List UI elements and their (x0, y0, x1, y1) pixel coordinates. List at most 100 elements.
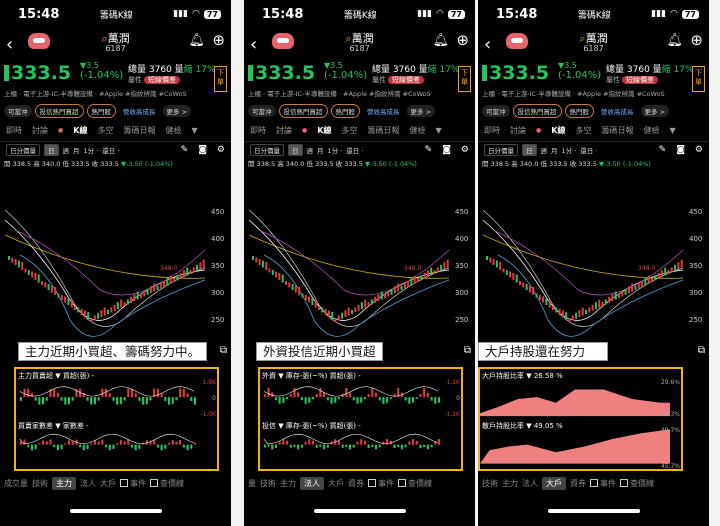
order-button[interactable]: 下單 (692, 66, 705, 92)
checkbox-icon[interactable] (398, 478, 406, 487)
rights-button[interactable]: 還日 · (580, 145, 597, 155)
gear-icon[interactable]: ⚙ (695, 145, 703, 155)
expand-icon[interactable]: ⧉ (698, 345, 705, 356)
check-1[interactable]: 查價線 (398, 478, 432, 489)
candlestick-chart[interactable]: 450 400 350 300 250 348.0 (0, 190, 231, 366)
tab-3[interactable]: 多空 (575, 125, 591, 136)
indicator-tab-0[interactable]: 成交量 (4, 478, 28, 489)
gear-icon[interactable]: ⚙ (217, 145, 225, 155)
indicator-tab-2[interactable]: 法人 (522, 478, 538, 489)
check-0[interactable]: 事件 (368, 478, 394, 489)
indicator-tab-5[interactable]: 資券 (348, 478, 364, 489)
indicator-tab-3[interactable]: 法人 (300, 476, 324, 490)
minute-button[interactable]: 1分 · (84, 145, 99, 155)
candlestick-chart[interactable]: 450 400 350 300 250 348.0 (244, 190, 475, 366)
tag-0[interactable]: 可當沖 (482, 105, 510, 117)
month-button[interactable]: 月 (317, 145, 324, 155)
check-1[interactable]: 查價線 (150, 478, 184, 489)
gear-icon[interactable]: ⚙ (461, 145, 469, 155)
tab-3[interactable]: 多空 (341, 125, 357, 136)
tag-3[interactable]: 營收高成長 (119, 105, 160, 117)
attr-badge[interactable]: 短線價差 (622, 76, 658, 84)
checkbox-icon[interactable] (590, 478, 598, 487)
period-button[interactable]: 日分價量 (484, 144, 518, 156)
day-button[interactable]: 日 (44, 144, 59, 156)
checkbox-icon[interactable] (120, 478, 128, 487)
week-button[interactable]: 週 (307, 145, 314, 155)
attr-badge[interactable]: 短線價差 (388, 76, 424, 84)
attr-badge[interactable]: 短線價差 (144, 76, 180, 84)
week-button[interactable]: 週 (63, 145, 70, 155)
tag-1[interactable]: 投信熱門買超 (512, 104, 562, 118)
indicator-panel[interactable]: 主力買賣超 ▼ 買超(張) - 買賣家數差 ▼ 家數差 -1.8K 0 -1.0K (14, 367, 219, 471)
checkbox-icon[interactable] (620, 478, 628, 487)
bell-icon[interactable]: 🔔︎ (188, 33, 205, 48)
tab-0[interactable]: 即時 (6, 125, 22, 136)
checkbox-icon[interactable] (150, 478, 158, 487)
checkbox-icon[interactable] (368, 478, 376, 487)
tab-6[interactable]: ▼ (669, 126, 675, 135)
draw-icon[interactable]: ✎ (181, 145, 189, 155)
indicator-tab-4[interactable]: 大戶 (100, 478, 116, 489)
tab-4[interactable]: 籌碼日報 (367, 125, 399, 136)
tab-2[interactable]: K線 (317, 125, 331, 136)
tab-1[interactable]: 討論 (510, 125, 526, 136)
indicator-tab-4[interactable]: 資券 (570, 478, 586, 489)
tag-4[interactable]: 更多 > (162, 105, 192, 117)
indicator-tab-0[interactable]: 量 (248, 478, 256, 489)
tab-4[interactable]: 籌碼日報 (123, 125, 155, 136)
expand-icon[interactable]: ⧉ (464, 345, 471, 356)
tag-4[interactable]: 更多 > (406, 105, 436, 117)
check-0[interactable]: 事件 (120, 478, 146, 489)
add-icon[interactable]: ⊕ (212, 31, 225, 49)
tab-0[interactable]: 即時 (484, 125, 500, 136)
tab-5[interactable]: 健檢 (165, 125, 181, 136)
draw-icon[interactable]: ✎ (425, 145, 433, 155)
camera-icon[interactable]: ◙ (442, 145, 451, 155)
check-0[interactable]: 事件 (590, 478, 616, 489)
tab-1[interactable]: 討論 (276, 125, 292, 136)
indicator-panel[interactable]: 外資 ▼ 庫存-張(~%) 買超(張) - 投信 ▼ 庫存-張(~%) 買超(張)… (258, 367, 463, 471)
tab-1[interactable]: 討論 (32, 125, 48, 136)
indicator-tab-2[interactable]: 主力 (280, 478, 296, 489)
indicator-tab-3[interactable]: 大戶 (542, 476, 566, 490)
camera-icon[interactable]: ◙ (676, 145, 685, 155)
tag-3[interactable]: 營收高成長 (363, 105, 404, 117)
add-icon[interactable]: ⊕ (456, 31, 469, 49)
draw-icon[interactable]: ✎ (659, 145, 667, 155)
home-indicator[interactable] (70, 509, 162, 513)
tag-2[interactable]: 熱門股 (86, 104, 116, 118)
period-button[interactable]: 日分價量 (6, 144, 40, 156)
indicator-tab-1[interactable]: 技術 (260, 478, 276, 489)
month-button[interactable]: 月 (551, 145, 558, 155)
tab-2[interactable]: K線 (551, 125, 565, 136)
tag-4[interactable]: 更多 > (640, 105, 670, 117)
tab-2[interactable]: K線 (73, 125, 87, 136)
day-button[interactable]: 日 (522, 144, 537, 156)
add-icon[interactable]: ⊕ (690, 31, 703, 49)
period-button[interactable]: 日分價量 (250, 144, 284, 156)
week-button[interactable]: 週 (541, 145, 548, 155)
indicator-tab-1[interactable]: 主力 (502, 478, 518, 489)
tag-0[interactable]: 可當沖 (248, 105, 276, 117)
tag-3[interactable]: 營收高成長 (597, 105, 638, 117)
tag-2[interactable]: 熱門股 (330, 104, 360, 118)
tab-5[interactable]: 健檢 (409, 125, 425, 136)
tag-2[interactable]: 熱門股 (564, 104, 594, 118)
indicator-tab-4[interactable]: 大戶 (328, 478, 344, 489)
tab-6[interactable]: ▼ (191, 126, 197, 135)
home-indicator[interactable] (548, 509, 640, 513)
camera-icon[interactable]: ◙ (198, 145, 207, 155)
minute-button[interactable]: 1分 · (328, 145, 343, 155)
rights-button[interactable]: 還日 · (102, 145, 119, 155)
tab-5[interactable]: 健檢 (643, 125, 659, 136)
tab-0[interactable]: 即時 (250, 125, 266, 136)
tag-0[interactable]: 可當沖 (4, 105, 32, 117)
rights-button[interactable]: 還日 · (346, 145, 363, 155)
bell-icon[interactable]: 🔔︎ (432, 33, 449, 48)
tab-3[interactable]: 多空 (97, 125, 113, 136)
tab-6[interactable]: ▼ (435, 126, 441, 135)
minute-button[interactable]: 1分 · (562, 145, 577, 155)
expand-icon[interactable]: ⧉ (220, 345, 227, 356)
order-button[interactable]: 下單 (214, 66, 227, 92)
